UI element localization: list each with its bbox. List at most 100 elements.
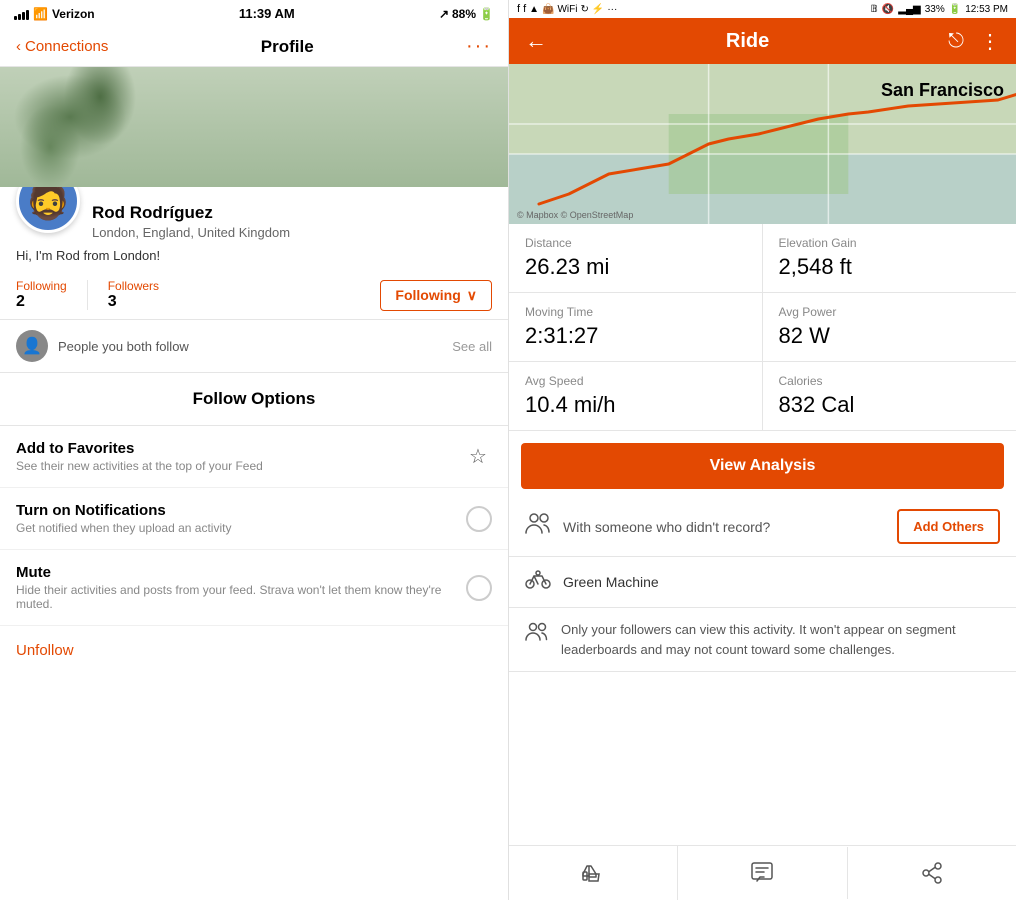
right-panel: f f ▲ 👜 WiFi ↻ ⚡ ··· 𝔹 🔇 ▂▄▆ 33% 🔋 12:53… <box>508 0 1016 900</box>
view-analysis-button[interactable]: View Analysis <box>521 443 1004 489</box>
toggle-icon-mute <box>466 575 492 601</box>
stat-distance: Distance 26.23 mi <box>509 224 763 293</box>
status-right-info: 𝔹 🔇 ▂▄▆ 33% 🔋 12:53 PM <box>870 4 1008 15</box>
bike-icon <box>525 569 551 595</box>
chevron-left-icon: ‹ <box>16 38 21 55</box>
stats-grid: Distance 26.23 mi Elevation Gain 2,548 f… <box>509 224 1016 431</box>
chevron-down-icon: ∨ <box>467 287 477 304</box>
nav-bar-left: ‹ Connections Profile ··· <box>0 27 508 67</box>
facebook-icon-2: f <box>523 3 526 15</box>
share-button[interactable] <box>848 847 1016 899</box>
wifi-icon-left: 📶 <box>33 7 48 21</box>
nav-bar-right: ← Ride ⎋ ⋮ <box>509 18 1016 64</box>
status-bar-left: 📶 Verizon 11:39 AM ↗ 88% 🔋 <box>0 0 508 27</box>
option-text-favorites: Add to Favorites See their new activitie… <box>16 440 464 473</box>
profile-section: 🧔 Rod Rodríguez London, England, United … <box>0 187 508 248</box>
option-desc-favorites: See their new activities at the top of y… <box>16 459 464 473</box>
facebook-icon-1: f <box>517 3 520 15</box>
map-label: San Francisco <box>881 80 1004 101</box>
battery-pct-right: 33% <box>925 4 945 15</box>
share-icon-nav[interactable]: ⎋ <box>948 30 964 53</box>
action-bar <box>509 845 1016 900</box>
following-btn-label: Following <box>395 287 460 303</box>
stat-elevation: Elevation Gain 2,548 ft <box>763 224 1016 293</box>
bike-row: Green Machine <box>509 557 1016 608</box>
signal-bar-1 <box>14 16 17 20</box>
stat-value-elevation: 2,548 ft <box>779 254 1001 280</box>
mutual-avatar: 👤 <box>16 330 48 362</box>
option-text-notifications: Turn on Notifications Get notified when … <box>16 502 466 535</box>
mute-icon: 🔇 <box>882 4 894 15</box>
mutual-follows-row[interactable]: 👤 People you both follow See all <box>0 320 508 373</box>
stat-value-avg-power: 82 W <box>779 323 1001 349</box>
stat-divider <box>87 280 88 310</box>
refresh-icon: ↻ <box>580 4 588 15</box>
status-bar-right: f f ▲ 👜 WiFi ↻ ⚡ ··· 𝔹 🔇 ▂▄▆ 33% 🔋 12:53… <box>509 0 1016 18</box>
people-icon <box>525 513 551 541</box>
back-button[interactable]: ‹ Connections <box>16 38 108 55</box>
more-icon-nav[interactable]: ⋮ <box>980 29 1000 54</box>
see-all-link[interactable]: See all <box>452 339 492 354</box>
stat-value-moving-time: 2:31:27 <box>525 323 746 349</box>
stat-moving-time: Moving Time 2:31:27 <box>509 293 763 362</box>
status-icons-right: f f ▲ 👜 WiFi ↻ ⚡ ··· <box>517 3 617 15</box>
notifications-option[interactable]: Turn on Notifications Get notified when … <box>0 488 508 550</box>
add-to-favorites-option[interactable]: Add to Favorites See their new activitie… <box>0 426 508 488</box>
stat-label-elevation: Elevation Gain <box>779 236 1001 250</box>
battery-left: ↗ 88% 🔋 <box>439 7 494 21</box>
battery-icon-left: 🔋 <box>479 7 494 21</box>
following-stat[interactable]: Following 2 <box>16 279 67 311</box>
option-title-mute: Mute <box>16 564 466 581</box>
stat-avg-speed: Avg Speed 10.4 mi/h <box>509 362 763 430</box>
followers-label: Followers <box>108 279 159 293</box>
left-panel: 📶 Verizon 11:39 AM ↗ 88% 🔋 ‹ Connections… <box>0 0 508 900</box>
battery-icon-right: 🔋 <box>949 4 961 15</box>
ride-with-row: With someone who didn't record? Add Othe… <box>509 497 1016 557</box>
like-button[interactable] <box>509 846 678 900</box>
followers-privacy-icon <box>525 622 549 648</box>
unfollow-button[interactable]: Unfollow <box>0 626 508 675</box>
following-button[interactable]: Following ∨ <box>380 280 492 311</box>
time-left: 11:39 AM <box>239 6 295 21</box>
profile-info: Rod Rodríguez London, England, United Ki… <box>92 199 492 240</box>
comment-button[interactable] <box>678 847 847 899</box>
wifi-right: WiFi <box>557 4 577 15</box>
map-container[interactable]: San Francisco © Mapbox © OpenStreetMap <box>509 64 1016 224</box>
ellipsis-icon: ··· <box>607 4 617 15</box>
following-label: Following <box>16 279 67 293</box>
follow-options-sheet: Follow Options Add to Favorites See thei… <box>0 373 508 900</box>
bike-name: Green Machine <box>563 574 659 590</box>
triangle-icon: ▲ <box>529 4 539 15</box>
page-title-left: Profile <box>261 37 314 57</box>
back-label: Connections <box>25 38 108 55</box>
stat-label-calories: Calories <box>779 374 1001 388</box>
stat-value-distance: 26.23 mi <box>525 254 746 280</box>
profile-cover <box>0 67 508 187</box>
stat-calories: Calories 832 Cal <box>763 362 1016 430</box>
stat-label-distance: Distance <box>525 236 746 250</box>
add-others-button[interactable]: Add Others <box>897 509 1000 544</box>
stat-avg-power: Avg Power 82 W <box>763 293 1016 362</box>
stat-label-avg-speed: Avg Speed <box>525 374 746 388</box>
time-right: 12:53 PM <box>965 4 1008 15</box>
back-button-right[interactable]: ← <box>525 28 547 54</box>
stat-value-avg-speed: 10.4 mi/h <box>525 392 746 418</box>
signal-bar-4 <box>26 10 29 20</box>
nav-actions: ⎋ ⋮ <box>948 29 1000 54</box>
bag-icon: 👜 <box>542 4 554 15</box>
cover-plant-image <box>0 67 508 187</box>
mute-option[interactable]: Mute Hide their activities and posts fro… <box>0 550 508 626</box>
carrier: 📶 Verizon <box>14 7 95 21</box>
profile-location: London, England, United Kingdom <box>92 225 492 240</box>
profile-bio: Hi, I'm Rod from London! <box>0 248 508 271</box>
stat-label-moving-time: Moving Time <box>525 305 746 319</box>
privacy-text: Only your followers can view this activi… <box>561 620 1000 659</box>
star-icon: ☆ <box>464 443 492 471</box>
following-count: 2 <box>16 293 67 311</box>
battery-arrow: ↗ <box>439 7 449 21</box>
more-button-left[interactable]: ··· <box>466 35 492 58</box>
stat-value-calories: 832 Cal <box>779 392 1001 418</box>
followers-stat[interactable]: Followers 3 <box>108 279 159 311</box>
signal-bar-3 <box>22 12 25 20</box>
signal-bars <box>14 8 29 20</box>
